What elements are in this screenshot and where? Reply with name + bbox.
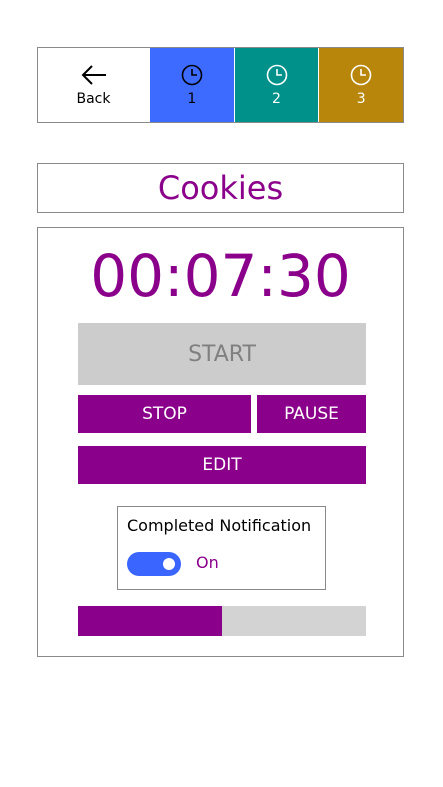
time-display: 00:07:30 — [90, 242, 351, 310]
toggle-knob — [163, 558, 175, 570]
tab-label: 1 — [187, 91, 197, 107]
notification-state: On — [196, 553, 219, 572]
stop-button[interactable]: STOP — [78, 395, 251, 433]
clock-icon — [350, 64, 372, 86]
tab-label: 2 — [272, 91, 281, 107]
tab-timer-2[interactable]: 2 — [233, 48, 319, 122]
pause-button[interactable]: PAUSE — [257, 395, 366, 433]
progress-bar — [78, 606, 366, 636]
notification-label: Completed Notification — [127, 516, 312, 535]
back-button[interactable]: Back — [38, 48, 149, 122]
timer-nav-bar: Back 1 2 3 — [37, 47, 404, 123]
back-label: Back — [76, 91, 111, 107]
notification-box: Completed Notification On — [117, 506, 326, 590]
timer-panel: 00:07:30 START STOP PAUSE EDIT Completed… — [37, 227, 404, 657]
timer-title: Cookies — [157, 169, 284, 207]
progress-fill — [78, 606, 222, 636]
tab-timer-1[interactable]: 1 — [149, 48, 234, 122]
start-button[interactable]: START — [78, 323, 366, 385]
timer-title-box: Cookies — [37, 163, 404, 213]
notification-toggle[interactable] — [127, 552, 181, 576]
edit-button[interactable]: EDIT — [78, 446, 366, 484]
clock-icon — [266, 64, 287, 86]
arrow-left-icon — [81, 65, 106, 85]
clock-icon — [181, 64, 203, 86]
tab-timer-3[interactable]: 3 — [318, 48, 404, 122]
tab-label: 3 — [356, 91, 366, 107]
